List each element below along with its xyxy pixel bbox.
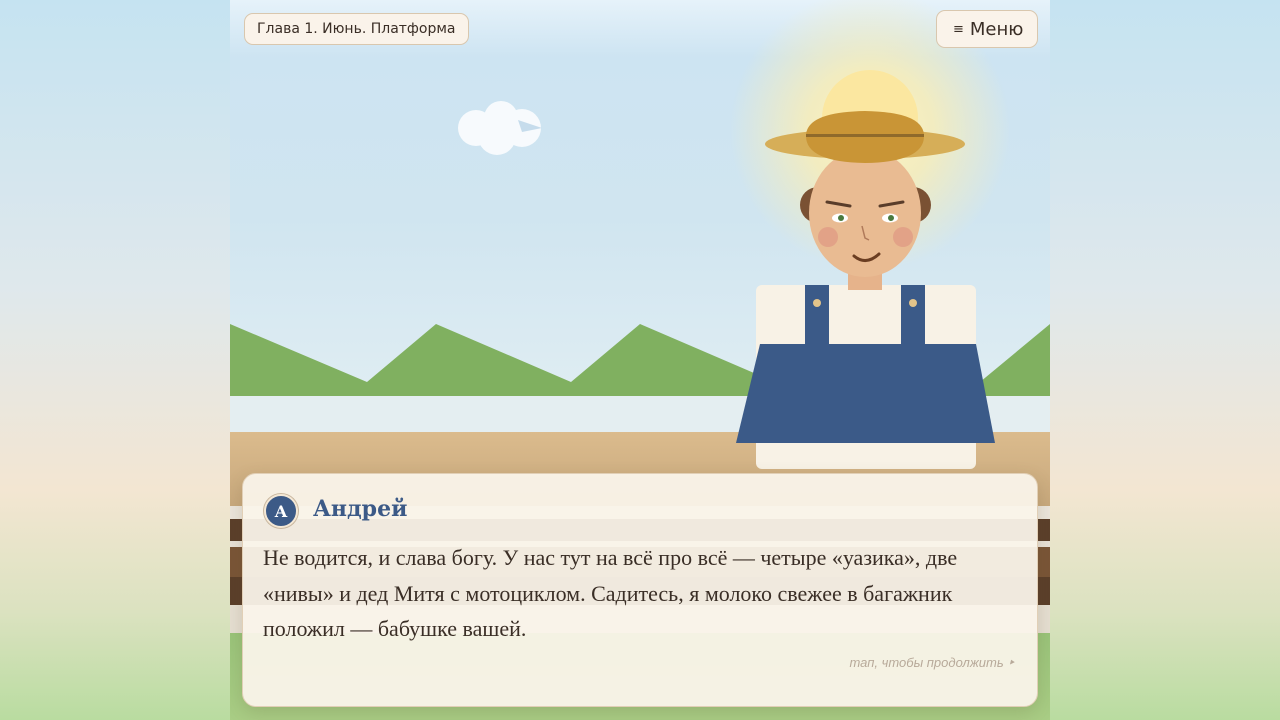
chapter-title-badge: Глава 1. Июнь. Платформа: [244, 13, 469, 45]
right-strap: [901, 285, 925, 347]
right-cheek: [893, 227, 913, 247]
speaker-avatar: А: [264, 494, 298, 528]
menu-label: Меню: [969, 18, 1024, 40]
menu-button[interactable]: ≡ Меню: [936, 10, 1039, 48]
left-eye: [838, 215, 844, 221]
game-stage: Глава 1. Июнь. Платформа ≡ Меню А Андрей…: [230, 0, 1050, 720]
right-eye: [888, 215, 894, 221]
face: [809, 149, 921, 277]
cloud-icon: [458, 101, 542, 155]
left-strap: [805, 285, 829, 347]
continue-hint-text: тап, чтобы продолжить: [849, 655, 1004, 670]
dialog-text: Не водится, и слава богу. У нас тут на в…: [263, 545, 958, 641]
speaker-initial: А: [274, 501, 288, 521]
overalls: [736, 344, 995, 443]
left-cheek: [818, 227, 838, 247]
continue-hint: тап, чтобы продолжить ‣: [850, 655, 1016, 671]
speaker-name: Андрей: [313, 496, 408, 522]
continue-arrow-icon: ‣: [1007, 655, 1015, 670]
dialog-box[interactable]: А Андрей Не водится, и слава богу. У нас…: [242, 473, 1038, 707]
chapter-title: Глава 1. Июнь. Платформа: [257, 21, 456, 37]
hat-band: [806, 134, 924, 137]
right-button: [909, 299, 917, 307]
left-button: [813, 299, 821, 307]
hamburger-menu-icon: ≡: [953, 21, 964, 37]
